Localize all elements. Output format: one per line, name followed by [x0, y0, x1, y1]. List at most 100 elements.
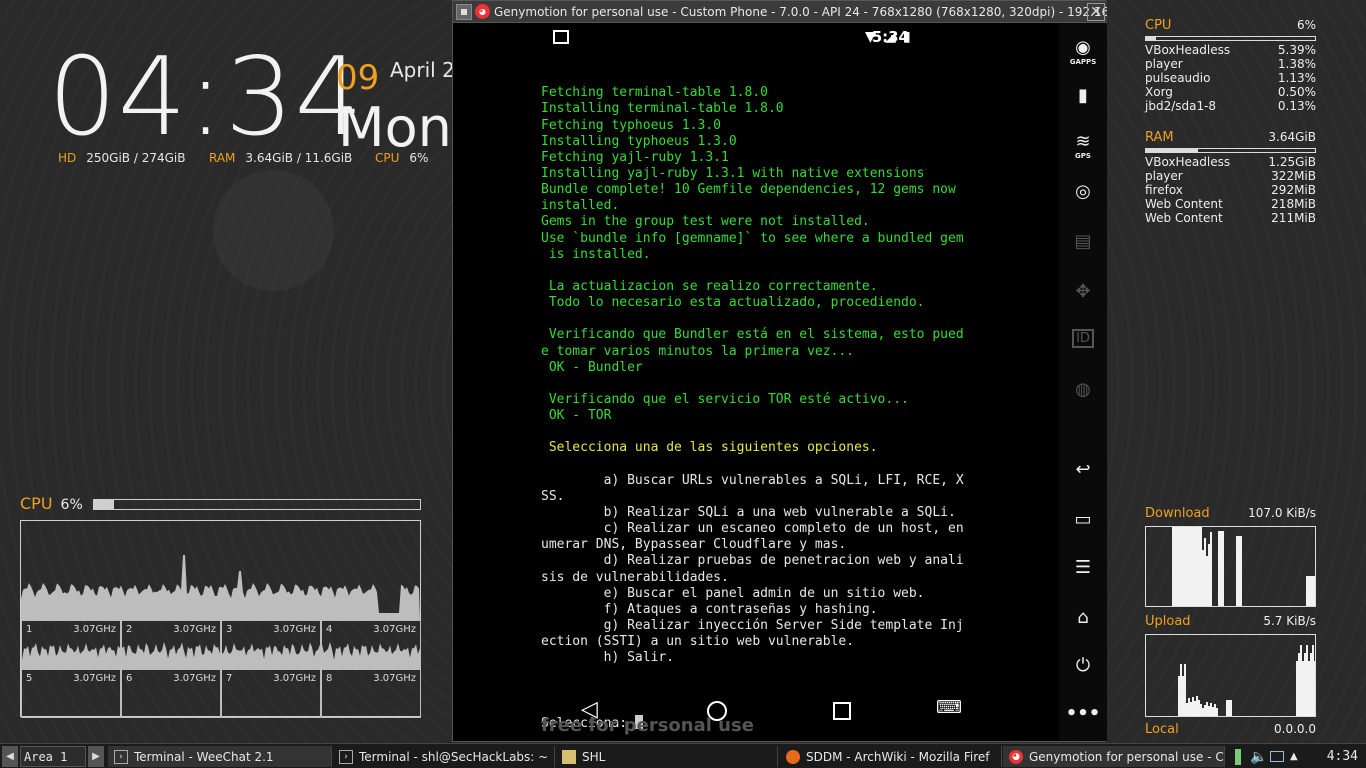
genymotion-window[interactable]: ◕ Genymotion for personal use - Custom P…: [452, 0, 1107, 742]
net-graph-bar: [1302, 661, 1304, 716]
net-graph-bar: [1200, 527, 1202, 606]
window-menu-button[interactable]: [456, 3, 472, 20]
next-desktop-button[interactable]: ▶: [88, 746, 104, 767]
gapps-icon[interactable]: ◉ GAPPS: [1059, 37, 1107, 66]
net-graph-bar: [1206, 556, 1208, 606]
task-weechat[interactable]: › Terminal - WeeChat 2.1: [108, 746, 332, 767]
cpu-core-cell: 6 3.07GHz: [121, 669, 221, 718]
desktop-clock-day: 09: [336, 58, 380, 98]
disk-io-icon[interactable]: ◍: [1059, 379, 1107, 400]
net-graph-bar: [1186, 527, 1188, 606]
volume-tray-icon[interactable]: 🔈: [1250, 746, 1267, 767]
prev-desktop-button[interactable]: ◀: [2, 746, 18, 767]
terminal-line: Installing yajl-ruby 1.3.1 with native e…: [541, 166, 925, 182]
net-graph-bar: [1194, 527, 1196, 606]
task-genymotion[interactable]: ◕ Genymotion for personal use - C: [1003, 746, 1225, 767]
core-frequency: 3.07GHz: [373, 673, 416, 684]
upload-header: Upload 5.7 KiB/s: [1145, 614, 1316, 629]
terminal-line: ection (SSTI) a un sitio web vulnerable.: [541, 634, 855, 650]
terminal-line: OK - TOR: [541, 408, 612, 424]
terminal-line: SS.: [541, 488, 565, 504]
process-name: player: [1145, 169, 1183, 183]
net-graph-bar: [1182, 676, 1184, 716]
terminal-output[interactable]: Fetching terminal-table 1.8.0 Installing …: [541, 53, 971, 763]
terminal-line: Gems in the group test were not installe…: [541, 214, 870, 230]
net-graph-bar: [1180, 527, 1182, 606]
window-close-button[interactable]: ✕: [1087, 3, 1105, 21]
terminal-line: b) Realizar SQLi a una web vulnerable a …: [541, 504, 956, 520]
terminal-line: f) Ataques a contraseñas y hashing.: [541, 601, 878, 617]
conky-ram-panel: RAM 3.64GiB VBoxHeadless 1.25GiB player 322M…: [1145, 130, 1316, 225]
process-name: Web Content: [1145, 211, 1223, 225]
webcam-icon[interactable]: ◎: [1059, 181, 1107, 202]
remote-control-icon[interactable]: ✥: [1059, 281, 1107, 302]
terminal-lines: Fetching terminal-table 1.8.0 Installing …: [541, 85, 971, 682]
core-usage-area: [22, 643, 120, 668]
core-usage-graph: [122, 642, 220, 668]
core-usage-area: [222, 642, 320, 668]
task-firefox[interactable]: SDDM - ArchWiki - Mozilla Firef: [780, 746, 1002, 767]
screencast-icon[interactable]: ▤: [1059, 231, 1107, 252]
net-graph-bar: [1312, 645, 1314, 716]
download-header: Download 107.0 KiB/s: [1145, 506, 1316, 521]
conky-cpu-bar-fill: [1146, 37, 1157, 40]
net-graph-bar: [1178, 676, 1180, 716]
battery-icon[interactable]: ▮: [1059, 85, 1107, 106]
android-back-icon[interactable]: ↩: [1059, 459, 1107, 480]
net-graph-bar: [1212, 707, 1214, 716]
ram-stat: RAM 3.64GiB / 11.6GiB: [209, 151, 353, 165]
terminal-line: a) Buscar URLs vulnerables a SQLi, LFI, …: [541, 472, 964, 488]
net-graph-bar: [1222, 531, 1224, 606]
net-graph-bar: [1308, 576, 1310, 606]
process-value: 0.13%: [1277, 99, 1316, 113]
net-graph-bar: [1188, 698, 1190, 716]
net-graph-bar: [1220, 531, 1222, 606]
battery-tray-icon[interactable]: [1235, 746, 1243, 767]
net-graph-bar: [1210, 703, 1212, 716]
net-graph-bar: [1192, 527, 1194, 606]
identifiers-icon[interactable]: ID: [1059, 329, 1107, 348]
firefox-icon: [786, 749, 800, 764]
recent-apps-icon[interactable]: ▭: [1059, 509, 1107, 530]
gps-icon[interactable]: ≋ GPS: [1059, 131, 1107, 160]
recents-icon[interactable]: [833, 702, 851, 720]
net-graph-bar: [1180, 664, 1182, 716]
more-options-icon[interactable]: •••: [1059, 703, 1107, 724]
net-graph-bar: [1314, 576, 1316, 606]
taskbar-clock[interactable]: 4:34: [1327, 746, 1358, 767]
core-usage-graph: [222, 642, 320, 668]
cpu-history-graph: 1 3.07GHz 2 3.07GHz 3 3.07GHz 4 3.07GHz 5 3.07GHz…: [20, 520, 421, 718]
personal-use-watermark: free for personal use: [541, 715, 754, 736]
cpu-core-cell: 5 3.07GHz: [21, 669, 121, 718]
process-name: pulseaudio: [1145, 71, 1211, 85]
net-graph-bar: [1236, 536, 1238, 606]
menu-icon[interactable]: ☰: [1059, 557, 1107, 578]
process-row: player 1.38%: [1145, 57, 1316, 71]
net-graph-bar: [1190, 702, 1192, 716]
task-file-manager-shl[interactable]: SHL: [556, 746, 778, 767]
task-terminal-shl[interactable]: › Terminal - shl@SecHackLabs: ~: [333, 746, 555, 767]
process-name: firefox: [1145, 183, 1183, 197]
desktop-area-selector[interactable]: Area 1: [20, 746, 86, 767]
net-graph-bar: [1230, 700, 1232, 716]
power-icon[interactable]: ⏻: [1059, 655, 1107, 676]
network-tray-icon[interactable]: [1270, 746, 1286, 767]
terminal-line: Bundle complete! 10 Gemfile dependencies…: [541, 182, 956, 198]
tray-arrow-icon[interactable]: ▲: [1290, 746, 1298, 767]
terminal-line: e tomar varios minutos la primera vez...: [541, 343, 855, 359]
keyboard-icon[interactable]: ⌨: [936, 699, 962, 717]
download-graph: [1145, 526, 1316, 607]
net-graph-bar: [1312, 576, 1314, 606]
net-graph-bar: [1308, 661, 1310, 716]
net-graph-bar: [1198, 527, 1200, 606]
terminal-line: Use `bundle info [gemname]` to see where…: [541, 230, 964, 246]
cpu-usage-bar: [93, 499, 421, 510]
process-row: Web Content 218MiB: [1145, 197, 1316, 211]
process-row: Web Content 211MiB: [1145, 211, 1316, 225]
process-row: player 322MiB: [1145, 169, 1316, 183]
window-titlebar[interactable]: ◕ Genymotion for personal use - Custom P…: [453, 1, 1107, 23]
net-graph-bar: [1202, 708, 1204, 716]
android-home-icon[interactable]: ⌂: [1059, 607, 1107, 628]
cpu-core-cell: 7 3.07GHz: [221, 669, 321, 718]
